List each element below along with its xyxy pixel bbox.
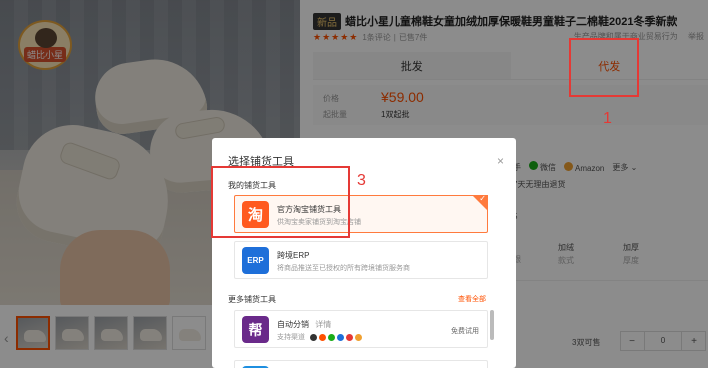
view-all-link[interactable]: 查看全部 — [458, 294, 486, 304]
bang-icon: 帮 — [242, 316, 269, 343]
annotation-number: 1 — [603, 110, 612, 127]
channel-icon — [327, 333, 335, 341]
tool-card-auto-distribution[interactable]: 帮 自动分销 详情 支持渠道 免费试用 — [234, 310, 488, 348]
tool-desc: 将商品推送至已授权的所有跨境铺货服务商 — [277, 265, 410, 272]
tool-channels: 支持渠道 — [277, 332, 362, 342]
channel-icons — [309, 333, 362, 341]
detail-link[interactable]: 详情 — [315, 320, 331, 329]
channel-icon — [318, 333, 326, 341]
tool-card-partial[interactable] — [234, 360, 488, 368]
tool-name: 自动分销 详情 — [277, 320, 332, 329]
annotation-number: 3 — [357, 172, 366, 189]
tool-card-erp[interactable]: ERP 跨境ERP 将商品推送至已授权的所有跨境铺货服务商 — [234, 241, 488, 279]
erp-icon: ERP — [242, 247, 269, 274]
channel-icon — [336, 333, 344, 341]
channel-icon — [309, 333, 317, 341]
annotation-box-dropship — [569, 38, 639, 97]
more-tools-title: 更多铺货工具 — [228, 295, 276, 304]
close-icon[interactable]: × — [497, 154, 504, 168]
page: 蜡比小星 ‹ 新品 蜡比小星儿童棉鞋女童加绒加厚保暖鞋男童鞋子二棉鞋2021冬季… — [0, 0, 708, 368]
channel-icon — [345, 333, 353, 341]
annotation-box-my-tools — [211, 166, 350, 238]
free-trial-button[interactable]: 免费试用 — [451, 326, 479, 336]
tool-name: 跨境ERP — [277, 251, 310, 260]
check-icon: ✓ — [479, 194, 486, 203]
modal-scrollbar[interactable] — [490, 310, 494, 340]
channel-icon — [354, 333, 362, 341]
